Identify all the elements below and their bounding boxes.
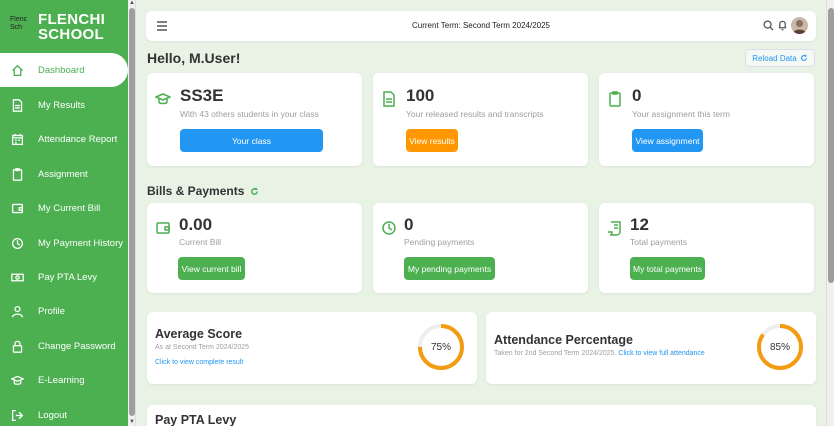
average-score-title: Average Score bbox=[155, 327, 243, 341]
view-results-button[interactable]: View results bbox=[406, 129, 458, 152]
receipt-icon bbox=[607, 220, 623, 236]
home-icon bbox=[10, 63, 24, 77]
page-scroll-thumb[interactable] bbox=[828, 8, 834, 283]
current-bill-amount: 0.00 bbox=[179, 215, 213, 234]
sidebar: Flenc Sch FLENCHI SCHOOL Dashboard My Re… bbox=[0, 0, 128, 426]
attendance-card: Attendance Percentage Taken for 2nd Seco… bbox=[486, 312, 816, 384]
assignment-count: 0 bbox=[632, 86, 642, 105]
nav-my-results[interactable]: My Results bbox=[0, 88, 128, 122]
class-card: SS3E With 43 others students in your cla… bbox=[147, 73, 362, 166]
scroll-down-icon[interactable]: ▼ bbox=[129, 419, 135, 425]
average-score-card: Average Score As at Second Term 2024/202… bbox=[147, 312, 477, 384]
results-text: Your released results and transcripts bbox=[406, 109, 544, 119]
lock-icon bbox=[10, 339, 24, 353]
clipboard-icon bbox=[607, 91, 623, 107]
sidebar-scrollbar[interactable]: ▲ ▼ bbox=[128, 0, 136, 426]
document-icon bbox=[381, 91, 397, 107]
assignment-text: Your assignment this term bbox=[632, 109, 730, 119]
current-bill-card: 0.00 Current Bill View current bill bbox=[147, 203, 362, 293]
clipboard-icon bbox=[10, 167, 24, 181]
view-full-attendance-link[interactable]: Click to view full attendance bbox=[618, 350, 704, 357]
results-card: 100 Your released results and transcript… bbox=[373, 73, 588, 166]
class-name: SS3E bbox=[180, 86, 224, 105]
bills-payments-title: Bills & Payments bbox=[147, 184, 259, 198]
pending-payments-count: 0 bbox=[404, 215, 414, 234]
clock-icon bbox=[381, 220, 397, 236]
logout-icon bbox=[10, 408, 24, 422]
user-icon bbox=[10, 304, 24, 318]
search-icon[interactable] bbox=[763, 20, 774, 31]
total-payments-count: 12 bbox=[630, 215, 649, 234]
sidebar-scroll-thumb[interactable] bbox=[129, 8, 135, 416]
refresh-icon[interactable] bbox=[250, 187, 259, 196]
nav-assignment[interactable]: Assignment bbox=[0, 157, 128, 191]
reload-data-button[interactable]: Reload Data bbox=[745, 49, 815, 67]
average-score-value: 75% bbox=[430, 341, 451, 353]
current-term: Current Term: Second Term 2024/2025 bbox=[411, 21, 550, 30]
assignment-card: 0 Your assignment this term View assignm… bbox=[599, 73, 814, 166]
nav-pay-pta-levy[interactable]: Pay PTA Levy bbox=[0, 260, 128, 294]
total-payments-label: Total payments bbox=[630, 237, 688, 247]
view-current-bill-button[interactable]: View current bill bbox=[178, 257, 245, 280]
nav-dashboard[interactable]: Dashboard bbox=[0, 53, 128, 87]
top-bar: Current Term: Second Term 2024/2025 bbox=[146, 11, 816, 41]
my-total-payments-button[interactable]: My total payments bbox=[630, 257, 705, 280]
nav-logout[interactable]: Logout bbox=[0, 398, 128, 426]
cash-icon bbox=[10, 270, 24, 284]
nav-profile[interactable]: Profile bbox=[0, 294, 128, 328]
document-icon bbox=[10, 98, 24, 112]
current-bill-label: Current Bill bbox=[179, 237, 222, 247]
pending-payments-card: 0 Pending payments My pending payments bbox=[373, 203, 588, 293]
view-assignment-button[interactable]: View assignment bbox=[632, 129, 703, 152]
graduation-cap-icon bbox=[154, 91, 172, 107]
your-class-button[interactable]: Your class bbox=[180, 129, 323, 152]
attendance-title: Attendance Percentage bbox=[494, 333, 633, 347]
nav-payment-history[interactable]: My Payment History bbox=[0, 226, 128, 260]
wallet-icon bbox=[10, 201, 24, 215]
school-logo: Flenc Sch bbox=[10, 16, 28, 31]
pay-pta-levy-card: Pay PTA Levy bbox=[147, 405, 816, 426]
avatar[interactable] bbox=[791, 17, 808, 34]
scroll-up-icon[interactable]: ▲ bbox=[129, 0, 135, 6]
refresh-icon bbox=[800, 54, 807, 61]
results-count: 100 bbox=[406, 86, 435, 105]
attendance-sub: Taken for 2nd Second Term 2024/2025. Cli… bbox=[494, 350, 705, 357]
class-size-text: With 43 others students in your class bbox=[180, 109, 319, 119]
page-scrollbar[interactable] bbox=[826, 0, 834, 426]
pending-payments-label: Pending payments bbox=[404, 237, 475, 247]
graduation-cap-icon bbox=[10, 373, 24, 387]
nav-change-password[interactable]: Change Password bbox=[0, 329, 128, 363]
brand[interactable]: Flenc Sch FLENCHI SCHOOL bbox=[0, 0, 128, 54]
wallet-icon bbox=[155, 220, 171, 236]
greeting: Hello, M.User! bbox=[147, 50, 241, 66]
pay-pta-levy-title: Pay PTA Levy bbox=[155, 413, 237, 426]
school-name: FLENCHI SCHOOL bbox=[38, 11, 106, 43]
total-payments-card: 12 Total payments My total payments bbox=[599, 203, 814, 293]
bell-icon[interactable] bbox=[777, 19, 788, 31]
my-pending-payments-button[interactable]: My pending payments bbox=[404, 257, 495, 280]
calendar-icon bbox=[10, 132, 24, 146]
average-score-sub: As at Second Term 2024/2025 bbox=[155, 344, 250, 351]
nav-current-bill[interactable]: My Current Bill bbox=[0, 191, 128, 225]
view-complete-result-link[interactable]: Click to view complete result bbox=[155, 359, 243, 366]
nav-attendance-report[interactable]: Attendance Report bbox=[0, 122, 128, 156]
attendance-value: 85% bbox=[769, 341, 790, 353]
nav-e-learning[interactable]: E-Learning bbox=[0, 363, 128, 397]
clock-icon bbox=[10, 236, 24, 250]
